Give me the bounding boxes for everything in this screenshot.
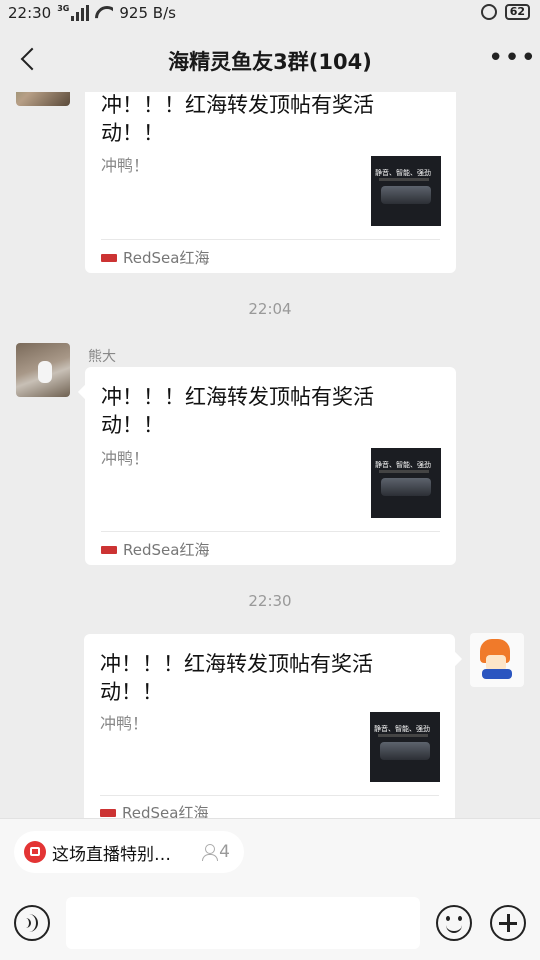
source-name: RedSea红海 [123,541,210,559]
timestamp: 22:30 [248,592,292,610]
message-input[interactable] [66,897,420,949]
link-card[interactable]: 冲！！！红海转发顶帖有奖活动！！ 冲鸭！ 静音、智能、强劲 RedSea红海 [85,367,456,565]
avatar[interactable] [16,92,70,106]
avatar[interactable] [16,343,70,397]
link-card[interactable]: 冲！！！红海转发顶帖有奖活动！！ 冲鸭！ 静音、智能、强劲 RedSea红海 [85,92,456,273]
thumbnail-caption: 静音、智能、强劲 [375,169,431,177]
emoji-button[interactable] [436,905,472,941]
redsea-logo-icon [101,253,117,262]
live-stream-pill[interactable]: 这场直播特别… 4 [14,831,244,873]
thumbnail-caption: 静音、智能、强劲 [374,725,430,733]
divider [101,239,440,240]
status-time: 22:30 [8,4,52,22]
person-icon [201,843,219,861]
divider [101,531,440,532]
network-speed: 925 B/s [119,4,176,22]
card-thumbnail: 静音、智能、强劲 [370,712,440,782]
card-description: 冲鸭！ [101,156,150,175]
message-list[interactable]: 冲！！！红海转发顶帖有奖活动！！ 冲鸭！ 静音、智能、强劲 RedSea红海 2… [0,92,540,818]
card-title: 冲！！！红海转发顶帖有奖活动！！ [101,93,374,145]
card-title: 冲！！！红海转发顶帖有奖活动！！ [100,652,373,704]
bottom-panel: 这场直播特别… 4 [0,818,540,960]
more-options-button[interactable]: ••• [488,45,536,71]
live-tv-icon [24,841,46,863]
thumbnail-caption: 静音、智能、强劲 [375,461,431,469]
viewer-number: 4 [219,842,230,862]
network-type: 3G [57,4,70,13]
source-name: RedSea红海 [123,249,210,267]
redsea-logo-icon [101,545,117,554]
card-source: RedSea红海 [101,247,209,268]
card-description: 冲鸭！ [101,449,150,468]
divider [100,795,439,796]
card-source: RedSea红海 [100,802,208,818]
rotation-lock-icon [480,4,497,20]
redsea-logo-icon [100,808,116,817]
my-avatar[interactable] [470,633,524,687]
more-actions-button[interactable] [490,905,526,941]
card-description: 冲鸭！ [100,714,149,733]
viewer-count: 4 [201,842,230,862]
battery-icon: 62 [504,4,530,20]
card-title: 冲！！！红海转发顶帖有奖活动！！ [101,385,374,437]
link-card[interactable]: 冲！！！红海转发顶帖有奖活动！！ 冲鸭！ 静音、智能、强劲 RedSea红海 [84,634,455,818]
live-stream-title: 这场直播特别… [52,844,171,865]
source-name: RedSea红海 [122,804,209,818]
status-bar: 22:30 3G 925 B/s 62 [0,0,540,28]
voice-input-button[interactable] [14,905,50,941]
signal-icon [71,5,90,21]
wifi-icon [95,6,113,20]
card-thumbnail: 静音、智能、强劲 [371,156,441,226]
sender-name: 熊大 [88,349,116,365]
chat-header: 海精灵鱼友3群(104) ••• [0,28,540,92]
card-thumbnail: 静音、智能、强劲 [371,448,441,518]
card-source: RedSea红海 [101,539,209,560]
chat-title: 海精灵鱼友3群(104) [168,50,372,74]
timestamp: 22:04 [248,300,292,318]
